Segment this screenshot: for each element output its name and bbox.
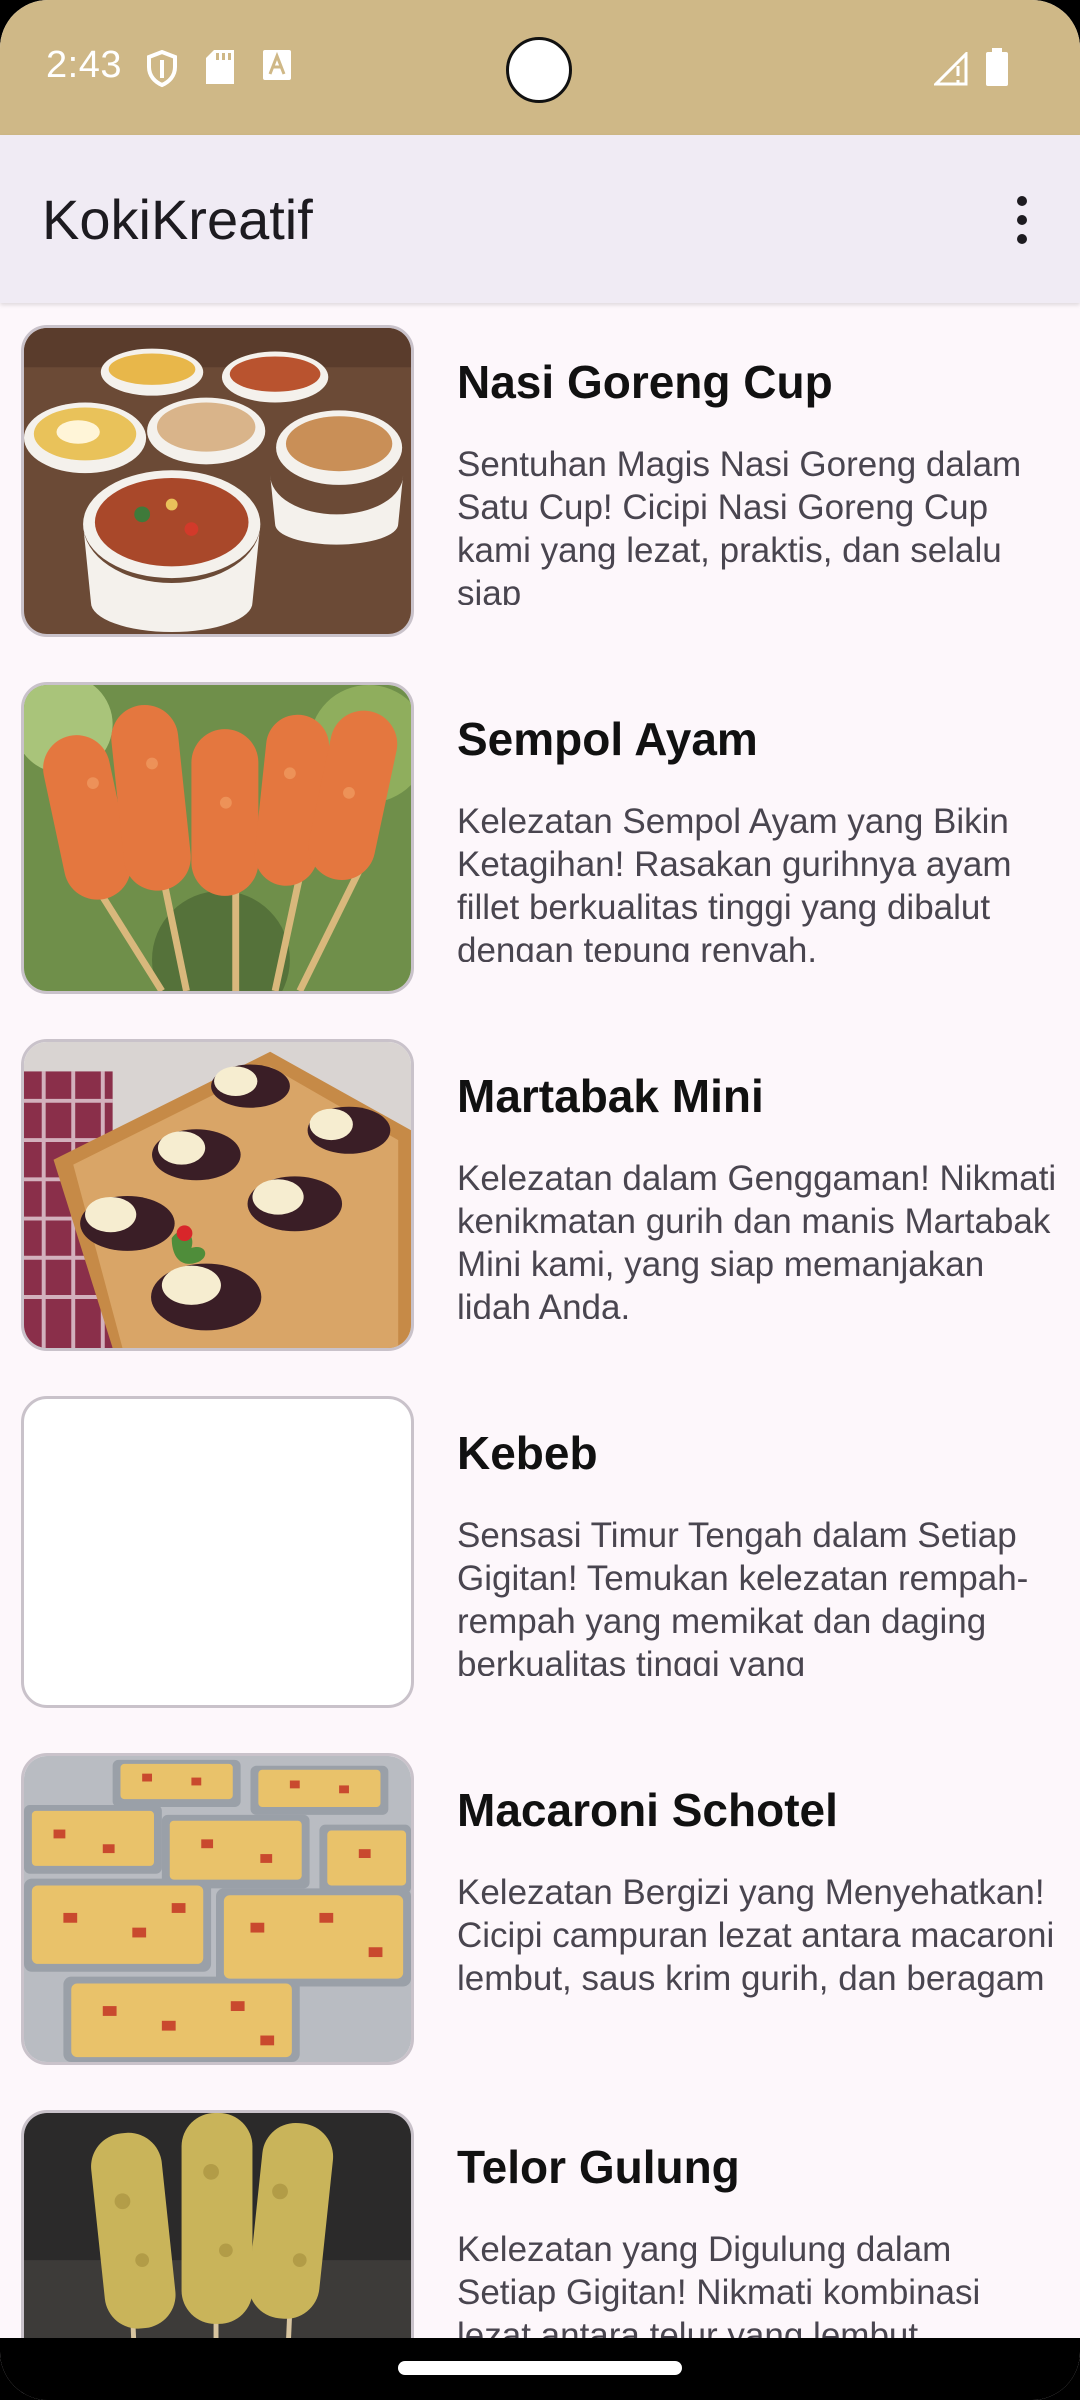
recipe-description: Sentuhan Magis Nasi Goreng dalam Satu Cu… <box>457 445 1022 605</box>
recipe-title: Kebeb <box>457 1427 598 1479</box>
recipe-title: Martabak Mini <box>457 1070 764 1122</box>
font-icon <box>263 50 291 85</box>
recipe-item[interactable]: Kebeb Sensasi Timur Tengah dalam Setiap … <box>0 1374 1080 1731</box>
recipe-title: Sempol Ayam <box>457 713 758 765</box>
front-camera <box>506 37 572 103</box>
recipe-item[interactable]: Martabak Mini Kelezatan dalam Genggaman!… <box>0 1017 1080 1374</box>
status-bar: 2:43 <box>0 0 1080 135</box>
macaroni-schotel-image <box>21 1753 414 2065</box>
recipe-item[interactable]: Sempol Ayam Kelezatan Sempol Ayam yang B… <box>0 660 1080 1017</box>
home-gesture-handle[interactable] <box>398 2361 682 2375</box>
app-title: KokiKreatif <box>42 188 313 251</box>
recipe-title: Nasi Goreng Cup <box>457 356 833 408</box>
recipe-title: Macaroni Schotel <box>457 1784 838 1836</box>
sd-card-icon <box>206 50 234 89</box>
signal-icon <box>932 50 968 91</box>
screen: 2:43 KokiKreatif Nasi Goreng Cup Sentuha… <box>0 0 1080 2400</box>
recipe-item[interactable]: Macaroni Schotel Kelezatan Bergizi yang … <box>0 1731 1080 2088</box>
nasi-goreng-cup-image <box>21 325 414 637</box>
recipe-description: Sensasi Timur Tengah dalam Setiap Gigita… <box>457 1516 1029 1676</box>
recipe-description: Kelezatan dalam Genggaman! Nikmati kenik… <box>457 1159 1057 1319</box>
recipe-item[interactable]: Nasi Goreng Cup Sentuhan Magis Nasi Gore… <box>0 303 1080 660</box>
recipe-title: Telor Gulung <box>457 2141 740 2193</box>
battery-icon <box>986 48 1008 91</box>
app-bar: KokiKreatif <box>0 135 1080 303</box>
martabak-mini-image <box>21 1039 414 1351</box>
navigation-bar <box>0 2338 1080 2400</box>
recipe-description: Kelezatan Sempol Ayam yang Bikin Ketagih… <box>457 802 1012 962</box>
recipe-description: Kelezatan Bergizi yang Menyehatkan! Cici… <box>457 1873 1055 1998</box>
more-vert-icon[interactable] <box>994 187 1050 253</box>
sempol-ayam-image <box>21 682 414 994</box>
shield-icon <box>146 49 178 93</box>
status-time: 2:43 <box>46 44 122 86</box>
kebeb-image-placeholder <box>21 1396 414 1708</box>
